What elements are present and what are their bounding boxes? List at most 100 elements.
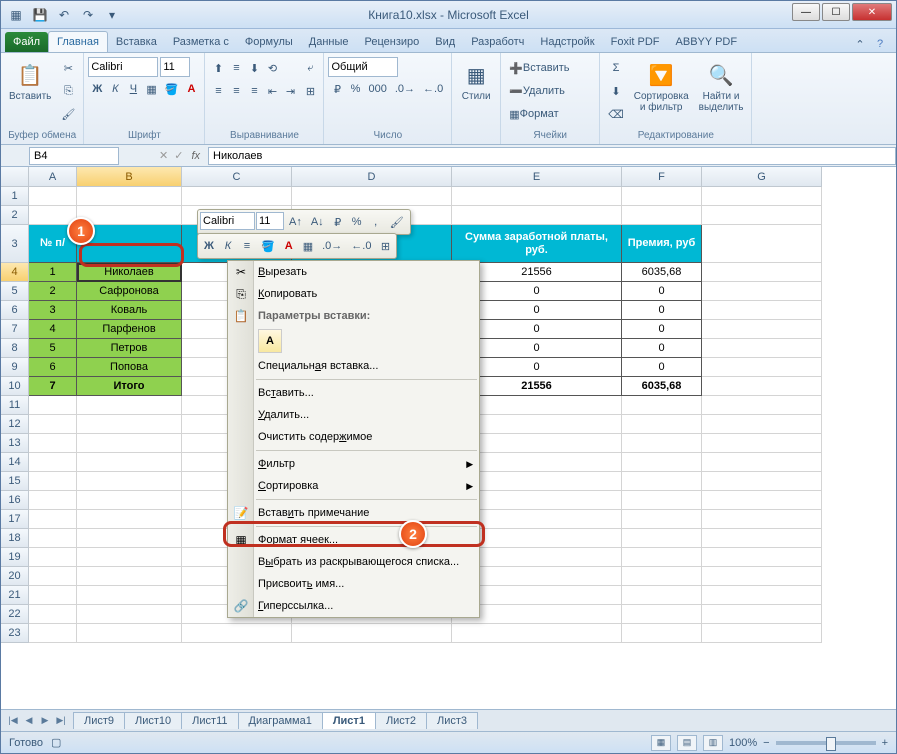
row-header[interactable]: 17 [1, 510, 29, 529]
cell[interactable]: 2 [29, 282, 77, 301]
cell[interactable] [77, 472, 182, 491]
cell[interactable]: 0 [622, 320, 702, 339]
row-header[interactable]: 19 [1, 548, 29, 567]
align-top-icon[interactable]: ⬆ [209, 57, 227, 79]
row-header[interactable]: 14 [1, 453, 29, 472]
menu-insert[interactable]: Вставить... [228, 382, 479, 404]
row-header[interactable]: 21 [1, 586, 29, 605]
tab-formulas[interactable]: Формулы [237, 32, 301, 52]
cell[interactable] [77, 453, 182, 472]
tab-data[interactable]: Данные [301, 32, 357, 52]
sheet-nav-last[interactable]: ▶| [53, 713, 69, 729]
row-header[interactable]: 5 [1, 282, 29, 301]
sheet-tab[interactable]: Лист10 [124, 712, 182, 729]
cell[interactable] [702, 491, 822, 510]
minimize-ribbon-icon[interactable]: ⌃ [852, 36, 868, 52]
cell[interactable] [29, 586, 77, 605]
mini-comma-icon[interactable]: , [367, 212, 385, 232]
row-header[interactable]: 22 [1, 605, 29, 624]
cell[interactable] [452, 187, 622, 206]
cell[interactable] [292, 187, 452, 206]
cell[interactable] [702, 548, 822, 567]
cell[interactable]: 1 [29, 263, 77, 282]
row-header[interactable]: 6 [1, 301, 29, 320]
autosum-icon[interactable]: Σ [604, 57, 628, 79]
align-bottom-icon[interactable]: ⬇ [245, 57, 263, 79]
zoom-out-icon[interactable]: − [763, 737, 769, 749]
clear-icon[interactable]: ⌫ [604, 103, 628, 125]
cell[interactable] [29, 510, 77, 529]
cell[interactable] [702, 263, 822, 282]
insert-cells-button[interactable]: ➕ Вставить [505, 57, 595, 79]
cell[interactable] [29, 624, 77, 643]
mini-format-painter-icon[interactable]: 🖌 [386, 212, 408, 232]
cell[interactable] [29, 472, 77, 491]
delete-cells-button[interactable]: ➖ Удалить [505, 80, 595, 102]
tab-developer[interactable]: Разработч [463, 32, 532, 52]
cell[interactable] [29, 453, 77, 472]
row-header[interactable]: 4 [1, 263, 29, 282]
row-header[interactable]: 15 [1, 472, 29, 491]
italic-button[interactable]: К [106, 78, 124, 100]
mini-bold-icon[interactable]: Ж [200, 236, 218, 256]
sheet-tab[interactable]: Диаграмма1 [238, 712, 323, 729]
menu-format-cells[interactable]: ▦Формат ячеек... [228, 529, 479, 551]
sheet-tab[interactable]: Лист3 [426, 712, 478, 729]
cell[interactable] [77, 415, 182, 434]
view-pagebreak-icon[interactable]: ▥ [703, 735, 723, 751]
cell[interactable] [29, 605, 77, 624]
cell[interactable] [622, 605, 702, 624]
cell[interactable] [77, 510, 182, 529]
mini-percent-icon[interactable]: % [348, 212, 366, 232]
close-button[interactable]: ✕ [852, 3, 892, 21]
cell[interactable] [622, 415, 702, 434]
cell[interactable]: Петров [77, 339, 182, 358]
cell[interactable] [622, 434, 702, 453]
cell[interactable]: 4 [29, 320, 77, 339]
percent-icon[interactable]: % [346, 78, 364, 100]
fill-icon[interactable]: ⬇ [604, 80, 628, 102]
menu-filter[interactable]: Фильтр▶ [228, 453, 479, 475]
menu-insert-comment[interactable]: 📝Вставить примечание [228, 502, 479, 524]
cell[interactable] [702, 358, 822, 377]
cell[interactable]: 3 [29, 301, 77, 320]
cell[interactable] [29, 396, 77, 415]
mini-grow-font-icon[interactable]: A↑ [285, 212, 306, 232]
sheet-tab[interactable]: Лист2 [375, 712, 427, 729]
enter-icon[interactable]: ✓ [174, 149, 183, 162]
number-format-select[interactable] [328, 57, 398, 77]
styles-button[interactable]: ▦ Стили [456, 57, 496, 104]
row-header[interactable]: 3 [1, 225, 29, 263]
cell[interactable] [702, 396, 822, 415]
sheet-tab-active[interactable]: Лист1 [322, 712, 376, 729]
bold-button[interactable]: Ж [88, 78, 106, 100]
cell[interactable] [29, 567, 77, 586]
sheet-tab[interactable]: Лист9 [73, 712, 125, 729]
col-header-c[interactable]: C [182, 167, 292, 187]
maximize-button[interactable]: ☐ [822, 3, 850, 21]
menu-clear[interactable]: Очистить содержимое [228, 426, 479, 448]
cell[interactable] [622, 586, 702, 605]
mini-currency-icon[interactable]: ₽ [329, 212, 347, 232]
view-normal-icon[interactable]: ▦ [651, 735, 671, 751]
cell[interactable] [622, 510, 702, 529]
mini-dec-dec-icon[interactable]: ←.0 [347, 236, 375, 256]
cell[interactable]: Премия, руб [622, 225, 702, 263]
mini-align-icon[interactable]: ≡ [238, 236, 256, 256]
excel-icon[interactable]: ▦ [5, 5, 27, 25]
row-header[interactable]: 1 [1, 187, 29, 206]
row-header[interactable]: 18 [1, 529, 29, 548]
cell[interactable] [77, 206, 182, 225]
row-header[interactable]: 8 [1, 339, 29, 358]
menu-paste-special[interactable]: Специальная вставка... [228, 355, 479, 377]
formula-input[interactable]: Николаев [208, 147, 896, 165]
cell[interactable]: Парфенов [77, 320, 182, 339]
menu-hyperlink[interactable]: 🔗Гиперссылка... [228, 595, 479, 617]
menu-cut[interactable]: ✂Вырезать [228, 261, 479, 283]
row-header[interactable]: 10 [1, 377, 29, 396]
merge-icon[interactable]: ⊞ [301, 80, 319, 102]
cell[interactable] [702, 586, 822, 605]
align-center-icon[interactable]: ≡ [227, 80, 245, 102]
cell[interactable]: Сафронова [77, 282, 182, 301]
mini-font-name[interactable] [200, 212, 255, 230]
